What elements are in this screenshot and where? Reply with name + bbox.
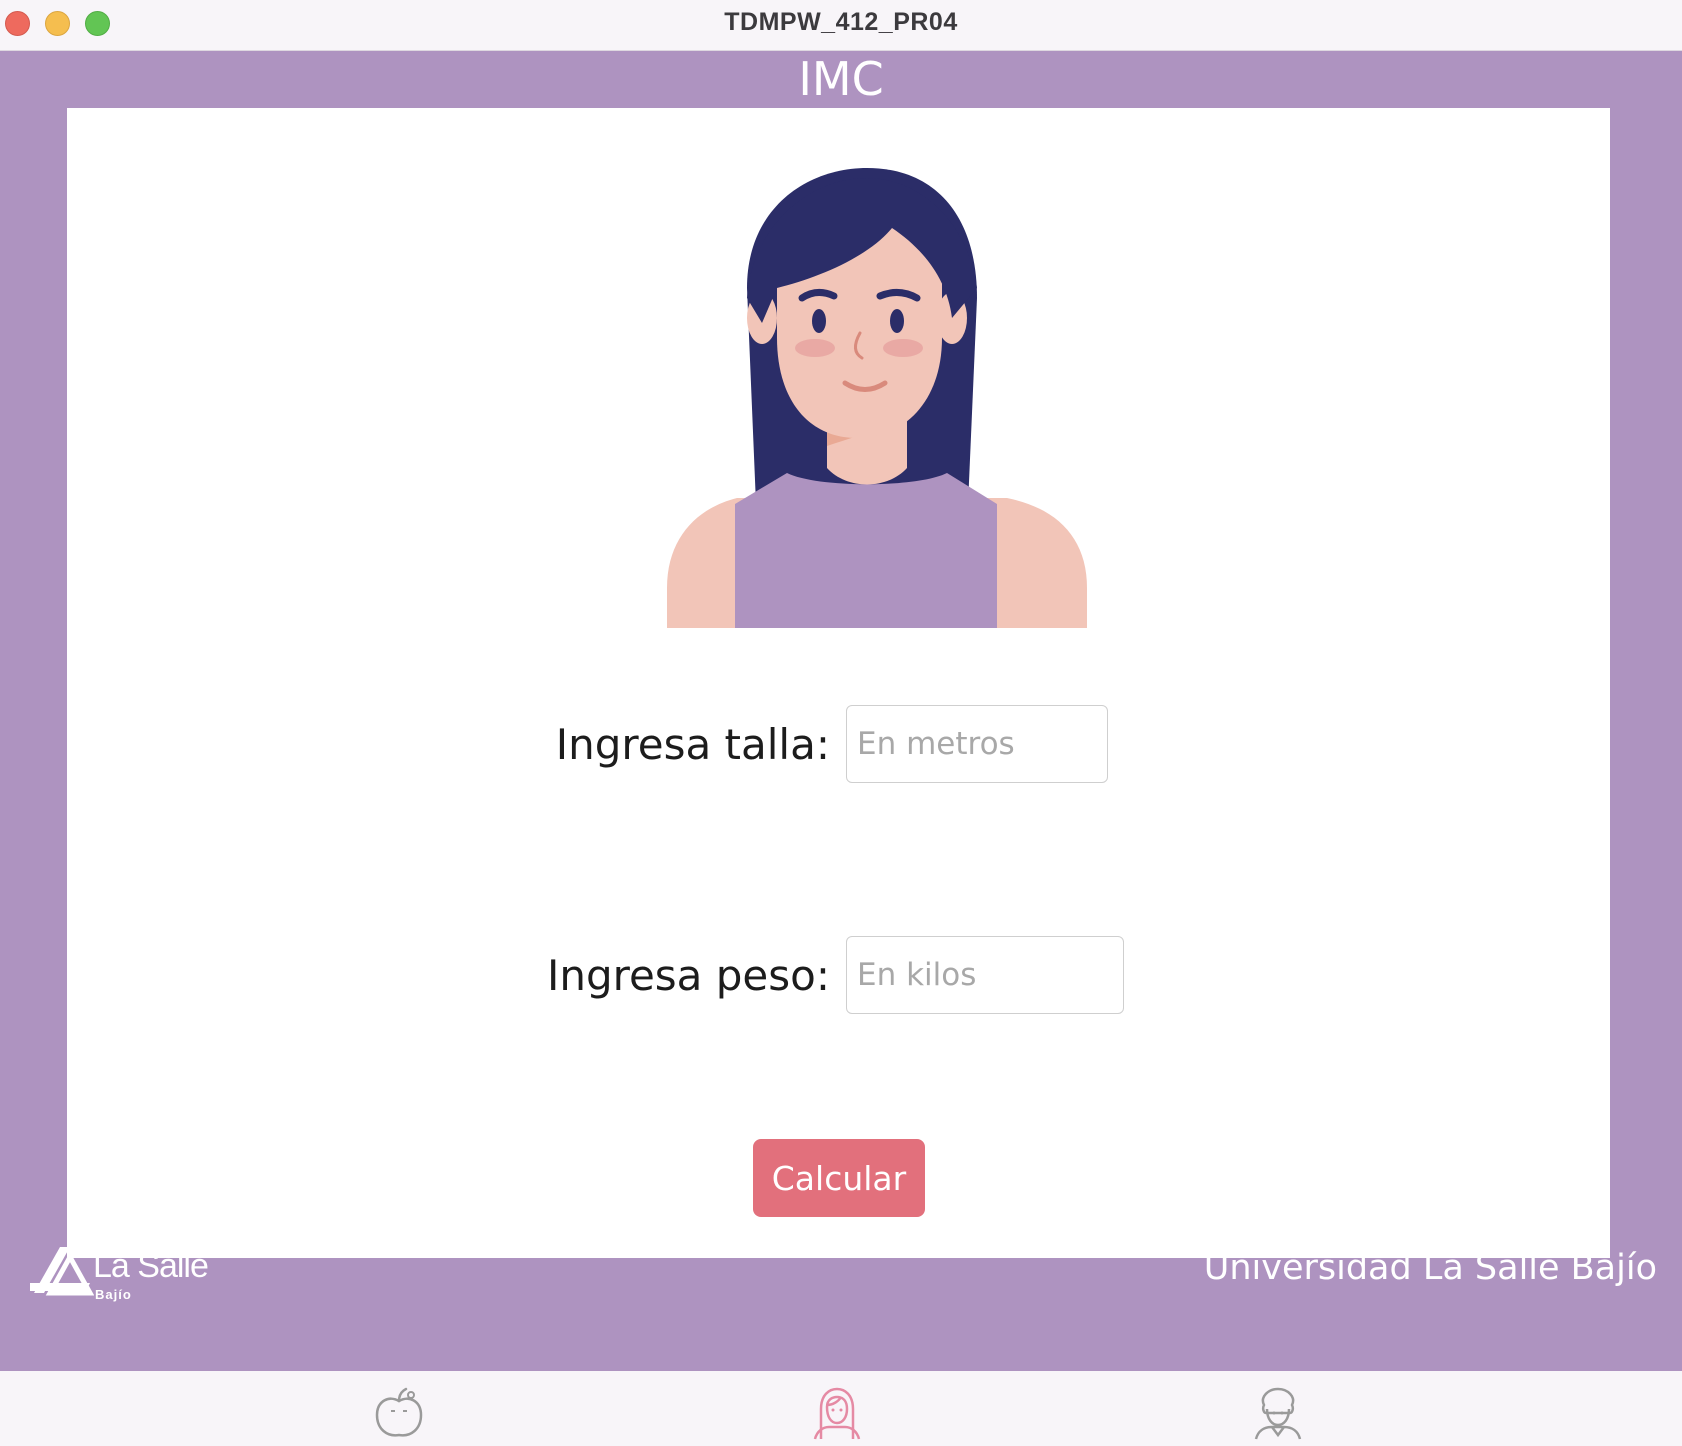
tab-elder[interactable] [1250, 1385, 1306, 1441]
weight-label: Ingresa peso: [546, 951, 830, 1000]
tab-woman[interactable] [809, 1385, 865, 1441]
window-titlebar: TDMPW_412_PR04 [0, 0, 1682, 51]
app-screen: IMC Ingresa talla: En metros Ingresa pes… [0, 51, 1682, 1371]
tab-apple[interactable] [371, 1385, 427, 1441]
la-salle-logo: Universidad La Salle Bajío [30, 1237, 210, 1302]
height-label: Ingresa talla: [555, 720, 830, 769]
woman-icon [813, 1387, 861, 1440]
la-salle-logo-mark [30, 1247, 94, 1296]
page-title: IMC [798, 52, 884, 106]
footer-university-name: Universidad La Salle Bajío [1203, 1248, 1657, 1288]
window-title: TDMPW_412_PR04 [724, 8, 958, 36]
calculate-button[interactable]: Calcular [753, 1139, 925, 1217]
content-card: Ingresa talla: Ingresa peso: Calcular [67, 108, 1610, 1258]
apple-icon [375, 1387, 423, 1437]
elder-icon [1254, 1387, 1302, 1440]
height-input[interactable] [846, 705, 1108, 783]
woman-avatar-illustration [667, 168, 1087, 628]
weight-input[interactable] [846, 936, 1124, 1014]
bottom-tab-bar [0, 1371, 1682, 1444]
